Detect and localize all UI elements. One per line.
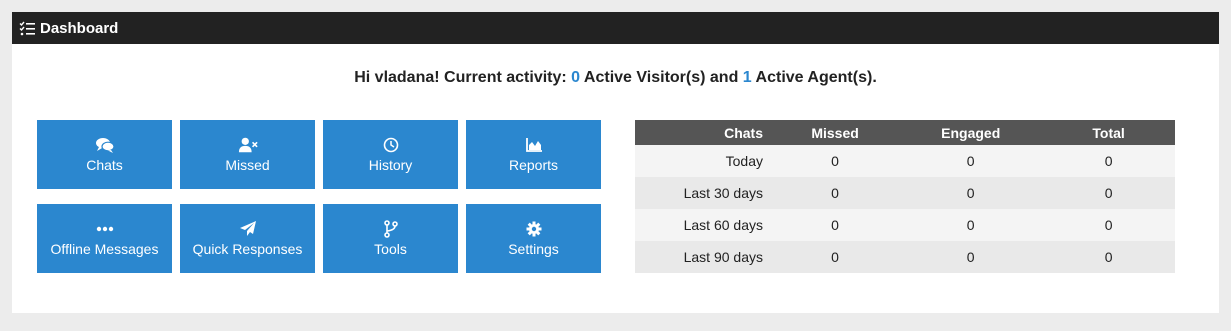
tile-label-settings: Settings xyxy=(508,241,559,257)
period-cell: Last 30 days xyxy=(635,177,771,209)
activity-greeting: Hi vladana! Current activity: 0 Active V… xyxy=(12,69,1219,87)
table-row: Last 30 days 0 0 0 xyxy=(635,177,1175,209)
engaged-cell: 0 xyxy=(899,241,1043,273)
tile-label-history: History xyxy=(368,157,413,173)
missed-cell: 0 xyxy=(770,241,900,273)
quick-responses-tile-button[interactable]: Quick Responses xyxy=(180,204,315,273)
table-row: Today 0 0 0 xyxy=(635,145,1175,177)
missed-cell: 0 xyxy=(770,177,900,209)
chats-tile-button[interactable]: Chats xyxy=(37,120,172,189)
tools-tile-button[interactable]: Tools xyxy=(323,204,458,273)
table-row: Last 90 days 0 0 0 xyxy=(635,241,1175,273)
dashboard-panel: Dashboard Hi vladana! Current activity: … xyxy=(12,12,1219,313)
column-header-total: Total xyxy=(1042,120,1175,145)
column-header-missed: Missed xyxy=(770,120,900,145)
history-tile-button[interactable]: History xyxy=(323,120,458,189)
tile-label-reports: Reports xyxy=(508,157,559,173)
period-cell: Last 90 days xyxy=(635,241,771,273)
panel-header: Dashboard xyxy=(12,12,1219,44)
missed-tile-button[interactable]: Missed xyxy=(180,120,315,189)
tile-label-missed: Missed xyxy=(225,157,270,173)
reports-tile-button[interactable]: Reports xyxy=(466,120,601,189)
total-cell: 0 xyxy=(1042,145,1175,177)
settings-tile-button[interactable]: Settings xyxy=(466,204,601,273)
active-visitors-count: 0 xyxy=(571,69,581,86)
active-agents-count: 1 xyxy=(742,69,752,86)
column-header-chats: Chats xyxy=(635,120,771,145)
task-list-icon xyxy=(19,21,35,35)
period-cell: Today xyxy=(635,145,771,177)
missed-cell: 0 xyxy=(770,145,900,177)
greeting-suffix: Active Agent(s). xyxy=(751,69,877,86)
paper-plane-icon xyxy=(239,221,256,236)
engaged-cell: 0 xyxy=(899,145,1043,177)
gear-icon xyxy=(526,221,541,237)
chat-bubbles-icon xyxy=(95,138,115,153)
code-branch-icon xyxy=(383,220,398,238)
greeting-middle: Active Visitor(s) and xyxy=(580,69,743,86)
page-title: Dashboard xyxy=(40,19,119,37)
tile-label-offline-messages: Offline Messages xyxy=(50,241,159,257)
tile-label-tools: Tools xyxy=(374,241,407,257)
area-chart-icon xyxy=(525,138,542,152)
total-cell: 0 xyxy=(1042,209,1175,241)
period-cell: Last 60 days xyxy=(635,209,771,241)
greeting-prefix: Hi vladana! Current activity: xyxy=(354,69,572,86)
clock-icon xyxy=(383,137,398,153)
chat-stats-table: Chats Missed Engaged Total Today 0 0 0 L… xyxy=(635,120,1175,273)
missed-cell: 0 xyxy=(770,209,900,241)
tile-label-chats: Chats xyxy=(86,157,123,173)
dashboard-tiles: Chats Missed History Reports Offline Mes… xyxy=(37,120,602,273)
user-x-icon xyxy=(238,137,258,153)
tile-label-quick-responses: Quick Responses xyxy=(192,241,303,257)
total-cell: 0 xyxy=(1042,177,1175,209)
offline-messages-tile-button[interactable]: Offline Messages xyxy=(37,204,172,273)
ellipsis-icon xyxy=(96,226,113,232)
total-cell: 0 xyxy=(1042,241,1175,273)
engaged-cell: 0 xyxy=(899,209,1043,241)
engaged-cell: 0 xyxy=(899,177,1043,209)
column-header-engaged: Engaged xyxy=(899,120,1043,145)
table-row: Last 60 days 0 0 0 xyxy=(635,209,1175,241)
table-header-row: Chats Missed Engaged Total xyxy=(635,120,1175,145)
